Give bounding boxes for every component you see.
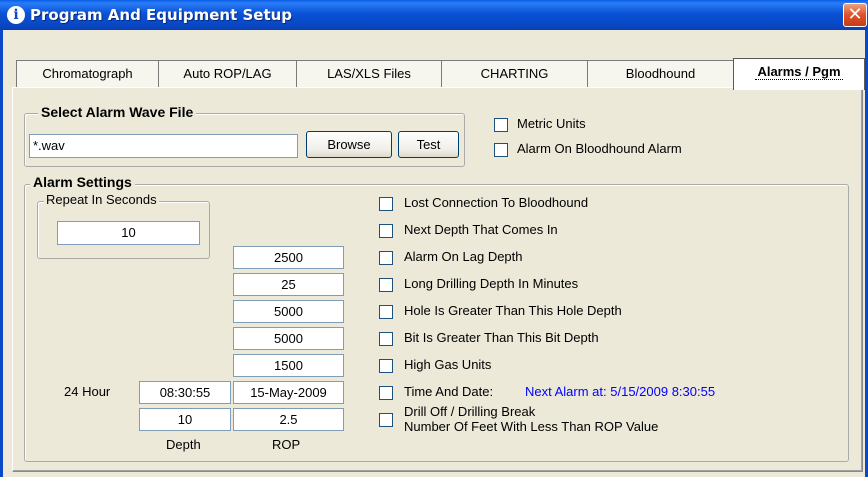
close-button[interactable]: ✕ <box>843 3 867 27</box>
high-gas-units-input[interactable]: 1500 <box>233 354 344 377</box>
bit-depth-input[interactable]: 5000 <box>233 327 344 350</box>
repeat-seconds-title: Repeat In Seconds <box>44 192 159 207</box>
depth-input[interactable]: 10 <box>139 408 231 431</box>
drill-off-sublabel: Number Of Feet With Less Than ROP Value <box>404 419 659 434</box>
hole-depth-label: Hole Is Greater Than This Hole Depth <box>404 303 622 318</box>
title-bar: i Program And Equipment Setup ✕ <box>0 0 868 30</box>
alarm-on-bloodhound-label: Alarm On Bloodhound Alarm <box>517 141 682 156</box>
time-and-date-label: Time And Date: <box>404 384 494 399</box>
info-icon: i <box>7 6 25 24</box>
hole-depth-input[interactable]: 5000 <box>233 300 344 323</box>
rop-label: ROP <box>272 437 301 452</box>
metric-units-label: Metric Units <box>517 116 586 131</box>
lag-depth-value-input[interactable]: 2500 <box>233 246 344 269</box>
lost-connection-checkbox[interactable] <box>379 197 393 211</box>
test-button[interactable]: Test <box>398 131 459 158</box>
metric-units-checkbox[interactable] <box>494 118 508 132</box>
long-drilling-minutes-input[interactable]: 25 <box>233 273 344 296</box>
tab-auto-rop-lag[interactable]: Auto ROP/LAG <box>158 60 297 87</box>
next-depth-checkbox[interactable] <box>379 224 393 238</box>
tab-label: Auto ROP/LAG <box>183 66 272 81</box>
tab-alarms-pgm[interactable]: Alarms / Pgm <box>733 58 865 90</box>
repeat-seconds-input[interactable]: 10 <box>57 221 200 245</box>
tab-las-xls-files[interactable]: LAS/XLS Files <box>296 60 442 87</box>
window-title: Program And Equipment Setup <box>30 6 293 24</box>
browse-button[interactable]: Browse <box>306 131 392 158</box>
long-drilling-label: Long Drilling Depth In Minutes <box>404 276 579 291</box>
bit-depth-checkbox[interactable] <box>379 332 393 346</box>
tab-label: Alarms / Pgm <box>755 64 843 80</box>
next-depth-label: Next Depth That Comes In <box>404 222 558 237</box>
alarm-wave-file-title: Select Alarm Wave File <box>38 104 197 120</box>
time-input[interactable]: 08:30:55 <box>139 381 231 404</box>
window-border-left <box>0 30 3 477</box>
tab-chromatograph[interactable]: Chromatograph <box>16 60 159 87</box>
alarm-on-bloodhound-checkbox[interactable] <box>494 143 508 157</box>
rop-input[interactable]: 2.5 <box>233 408 344 431</box>
high-gas-checkbox[interactable] <box>379 359 393 373</box>
depth-label: Depth <box>166 437 201 452</box>
bit-depth-label: Bit Is Greater Than This Bit Depth <box>404 330 599 345</box>
wave-file-input[interactable]: *.wav <box>29 134 298 158</box>
hole-depth-checkbox[interactable] <box>379 305 393 319</box>
drill-off-checkbox[interactable] <box>379 413 393 427</box>
time-and-date-checkbox[interactable] <box>379 386 393 400</box>
date-input[interactable]: 15-May-2009 <box>233 381 344 404</box>
alarm-lag-depth-label: Alarm On Lag Depth <box>404 249 523 264</box>
tab-label: CHARTING <box>480 66 549 81</box>
lost-connection-label: Lost Connection To Bloodhound <box>404 195 589 210</box>
alarm-lag-depth-checkbox[interactable] <box>379 251 393 265</box>
long-drilling-checkbox[interactable] <box>379 278 393 292</box>
tab-charting[interactable]: CHARTING <box>441 60 588 87</box>
tab-bloodhound[interactable]: Bloodhound <box>587 60 734 87</box>
drill-off-label: Drill Off / Drilling Break <box>404 404 536 419</box>
next-alarm-text: Next Alarm at: 5/15/2009 8:30:55 <box>525 384 716 399</box>
tab-label: LAS/XLS Files <box>327 66 411 81</box>
24-hour-label: 24 Hour <box>64 384 111 399</box>
high-gas-label: High Gas Units <box>404 357 492 372</box>
tab-label: Chromatograph <box>42 66 133 81</box>
alarm-settings-title: Alarm Settings <box>30 174 135 190</box>
tab-label: Bloodhound <box>625 66 696 81</box>
